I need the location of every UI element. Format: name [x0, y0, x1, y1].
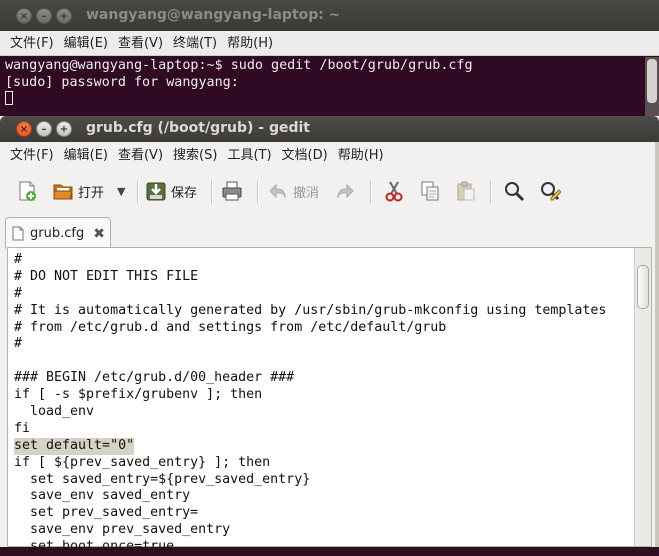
terminal-menubar: 文件(F) 编辑(E) 查看(V) 终端(T) 帮助(H) — [0, 31, 659, 56]
terminal-menu-view[interactable]: 查看(V) — [113, 31, 168, 55]
terminal-cursor — [5, 91, 13, 105]
terminal-scrollbar-thumb[interactable] — [647, 59, 657, 103]
editor-line: # from /etc/grub.d and settings from /et… — [14, 319, 447, 335]
gedit-minimize-button[interactable]: – — [36, 121, 52, 137]
text-editor-area[interactable]: # # DO NOT EDIT THIS FILE # # It is auto… — [7, 247, 652, 554]
menu-file[interactable]: 文件(F) — [5, 143, 59, 169]
find-button[interactable] — [503, 176, 525, 206]
scissors-icon — [383, 180, 405, 202]
editor-line: if [ ${prev_saved_entry} ]; then — [14, 454, 271, 470]
editor-scrollbar-thumb[interactable] — [637, 265, 649, 309]
terminal-menu-help[interactable]: 帮助(H) — [222, 31, 278, 55]
terminal-maximize-button[interactable]: + — [56, 8, 72, 24]
toolbar-separator — [490, 180, 492, 204]
terminal-menu-edit[interactable]: 编辑(E) — [59, 31, 113, 55]
editor-content[interactable]: # # DO NOT EDIT THIS FILE # # It is auto… — [14, 252, 634, 556]
printer-icon — [221, 180, 243, 202]
copy-icon — [419, 180, 441, 202]
editor-line: set prev_saved_entry= — [14, 505, 199, 521]
gedit-menubar: 文件(F) 编辑(E) 查看(V) 搜索(S) 工具(T) 文档(D) 帮助(H… — [5, 143, 389, 169]
open-button[interactable]: 打开 — [52, 176, 104, 206]
menu-edit[interactable]: 编辑(E) — [59, 143, 113, 169]
gedit-maximize-button[interactable]: + — [56, 121, 72, 137]
terminal-line: [sudo] password for wangyang: — [5, 75, 247, 90]
editor-line: set boot_once=true — [14, 539, 175, 555]
gedit-window: × – + grub.cfg (/boot/grub) - gedit 文件(F… — [0, 116, 659, 554]
gedit-title: grub.cfg (/boot/grub) - gedit — [86, 120, 310, 136]
toolbar: 打开 ▼ 保存 撤消 — [0, 172, 659, 212]
editor-line: save_env prev_saved_entry — [14, 522, 231, 538]
copy-button[interactable] — [419, 176, 441, 206]
editor-line: ### BEGIN /etc/grub.d/00_header ### — [14, 370, 295, 386]
clipboard-icon — [455, 180, 477, 202]
tab-close-icon[interactable]: ✖ — [93, 226, 105, 242]
editor-line: # It is automatically generated by /usr/… — [14, 302, 607, 318]
tab-bar: grub.cfg ✖ — [0, 213, 659, 249]
recent-files-dropdown[interactable]: ▼ — [117, 176, 125, 206]
editor-line: # DO NOT EDIT THIS FILE — [14, 268, 199, 284]
editor-line: fi — [14, 420, 31, 436]
redo-icon — [334, 180, 356, 202]
undo-icon — [267, 180, 289, 202]
print-button[interactable] — [221, 176, 243, 206]
editor-line: if [ -s $prefix/grubenv ]; then — [14, 387, 263, 403]
gedit-titlebar[interactable]: × – + grub.cfg (/boot/grub) - gedit — [0, 116, 659, 142]
replace-button[interactable] — [539, 176, 561, 206]
menu-help[interactable]: 帮助(H) — [333, 143, 389, 169]
redo-button[interactable] — [334, 176, 356, 206]
toolbar-separator — [370, 180, 372, 204]
menu-view[interactable]: 查看(V) — [113, 143, 168, 169]
toolbar-separator — [211, 180, 213, 204]
new-document-icon — [16, 180, 38, 202]
save-label: 保存 — [171, 185, 198, 201]
save-button[interactable]: 保存 — [145, 176, 197, 206]
gedit-close-button[interactable]: × — [16, 121, 32, 137]
editor-line: set saved_entry=${prev_saved_entry} — [14, 471, 311, 487]
open-label: 打开 — [78, 185, 105, 201]
editor-line: # — [14, 252, 23, 267]
find-replace-icon — [539, 180, 561, 202]
search-icon — [503, 180, 525, 202]
terminal-menu-file[interactable]: 文件(F) — [5, 31, 59, 55]
chevron-down-icon: ▼ — [117, 184, 126, 198]
tab-label: grub.cfg — [30, 226, 85, 241]
toolbar-separator — [257, 180, 259, 204]
undo-label: 撤消 — [293, 185, 320, 201]
editor-line: # — [14, 285, 23, 301]
terminal-menu-terminal[interactable]: 终端(T) — [168, 31, 222, 55]
paste-button[interactable] — [455, 176, 477, 206]
open-folder-icon — [52, 180, 74, 202]
menu-documents[interactable]: 文档(D) — [277, 143, 333, 169]
terminal-close-button[interactable]: × — [16, 8, 32, 24]
window-border — [655, 142, 659, 547]
text-document-icon — [12, 226, 24, 241]
terminal-line: wangyang@wangyang-laptop:~$ sudo gedit /… — [5, 58, 473, 73]
toolbar-separator — [137, 180, 139, 204]
terminal-minimize-button[interactable]: – — [36, 8, 52, 24]
terminal-title: wangyang@wangyang-laptop: ~ — [86, 7, 341, 23]
menu-tools[interactable]: 工具(T) — [222, 143, 276, 169]
editor-scrollbar[interactable] — [634, 248, 651, 546]
save-icon — [145, 180, 167, 202]
editor-line-highlighted: set default="0" — [14, 437, 135, 455]
menu-search[interactable]: 搜索(S) — [168, 143, 222, 169]
editor-line: save_env saved_entry — [14, 488, 191, 504]
terminal-titlebar[interactable]: × – + wangyang@wangyang-laptop: ~ — [0, 0, 659, 31]
editor-line: # — [14, 336, 23, 352]
new-button[interactable] — [16, 176, 38, 206]
tab-grub-cfg[interactable]: grub.cfg ✖ — [5, 217, 111, 249]
undo-button[interactable]: 撤消 — [267, 176, 319, 206]
editor-line: load_env — [14, 404, 95, 420]
terminal-window: × – + wangyang@wangyang-laptop: ~ 文件(F) … — [0, 0, 659, 130]
cut-button[interactable] — [383, 176, 405, 206]
